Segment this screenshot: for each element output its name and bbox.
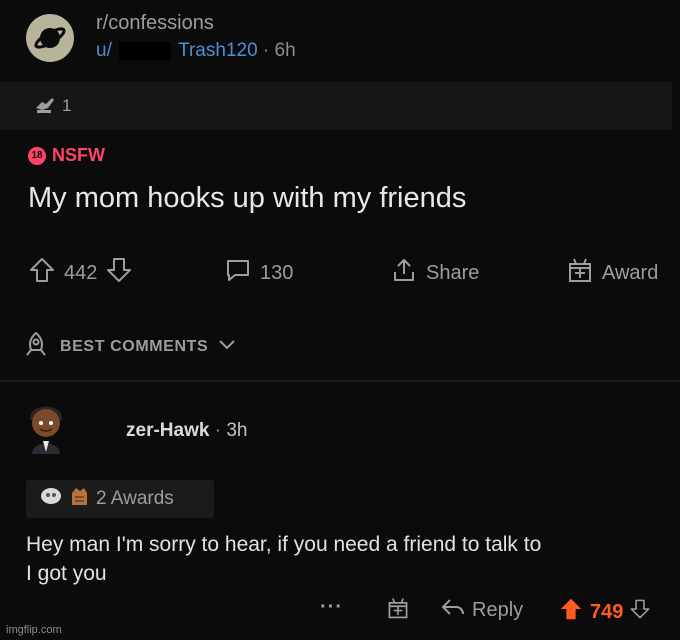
subreddit-name[interactable]: r/confessions xyxy=(96,12,214,35)
post-title[interactable]: My mom hooks up with my friends xyxy=(28,182,466,215)
downvote-icon[interactable] xyxy=(629,596,651,628)
comment-score: 749 xyxy=(590,600,624,623)
sort-label: BEST COMMENTS xyxy=(60,337,209,355)
award-label: Award xyxy=(602,261,659,284)
post-action-bar: 442 130 Share Award xyxy=(28,256,678,290)
comment-time: 3h xyxy=(226,420,248,441)
award-button[interactable]: Award xyxy=(566,256,658,290)
post-author-line: u/ Trash120 · 6h xyxy=(96,40,296,62)
comment-author[interactable]: zer-Hawk xyxy=(126,420,209,441)
comment-vote-group: 749 xyxy=(558,596,651,628)
comment-award-button[interactable] xyxy=(386,596,410,626)
more-icon[interactable]: ··· xyxy=(320,596,343,619)
chevron-down-icon xyxy=(218,338,236,356)
award-gift-icon xyxy=(386,596,410,626)
comment-body-line-2: I got you xyxy=(26,562,107,585)
avatar[interactable] xyxy=(20,396,72,456)
award-gift-icon xyxy=(566,256,594,290)
comment-count: 130 xyxy=(260,261,294,284)
post-awards-bar[interactable]: 1 xyxy=(0,82,672,130)
comment-action-bar: ··· Reply 749 xyxy=(316,596,680,630)
downvote-icon[interactable] xyxy=(105,256,133,290)
comment-awards[interactable]: 2 Awards xyxy=(26,480,214,518)
comment-awards-label: 2 Awards xyxy=(96,488,174,509)
award-hand2-icon xyxy=(68,485,90,513)
post-awards-count: 1 xyxy=(62,96,72,115)
vote-group: 442 xyxy=(28,256,133,290)
upvote-icon[interactable] xyxy=(28,256,56,290)
upvote-count: 442 xyxy=(64,261,98,284)
comment-author-line: zer-Hawk · 3h xyxy=(126,420,247,442)
comment-sort-button[interactable]: BEST COMMENTS xyxy=(22,330,236,363)
award-hand-icon xyxy=(34,94,56,121)
nsfw-label: NSFW xyxy=(52,145,105,165)
nsfw-badge-icon: 18 xyxy=(28,146,46,165)
share-icon xyxy=(390,256,418,290)
comment-bubble-icon xyxy=(224,256,252,290)
reply-label: Reply xyxy=(472,598,524,621)
nsfw-tag: 18 NSFW xyxy=(28,145,105,166)
separator: · xyxy=(214,420,222,441)
section-divider xyxy=(0,380,680,382)
comment-body-line-1: Hey man I'm sorry to hear, if you need a… xyxy=(26,533,542,556)
award-silver-icon xyxy=(40,486,62,512)
comment-body: Hey man I'm sorry to hear, if you need a… xyxy=(26,530,676,588)
user-prefix[interactable]: u/ xyxy=(96,40,112,61)
upvote-filled-icon[interactable] xyxy=(558,596,584,628)
separator: · xyxy=(262,40,270,61)
comments-button[interactable]: 130 xyxy=(224,256,293,290)
share-label: Share xyxy=(426,261,480,284)
redaction-mark xyxy=(119,41,172,60)
reply-arrow-icon xyxy=(440,596,466,624)
watermark: imgflip.com xyxy=(6,624,62,636)
post-time: 6h xyxy=(274,40,296,61)
rocket-sort-icon xyxy=(22,330,50,363)
subreddit-planet-icon[interactable] xyxy=(26,14,74,62)
reply-button[interactable]: Reply xyxy=(440,596,523,624)
post-author[interactable]: Trash120 xyxy=(178,40,258,61)
share-button[interactable]: Share xyxy=(390,256,479,290)
